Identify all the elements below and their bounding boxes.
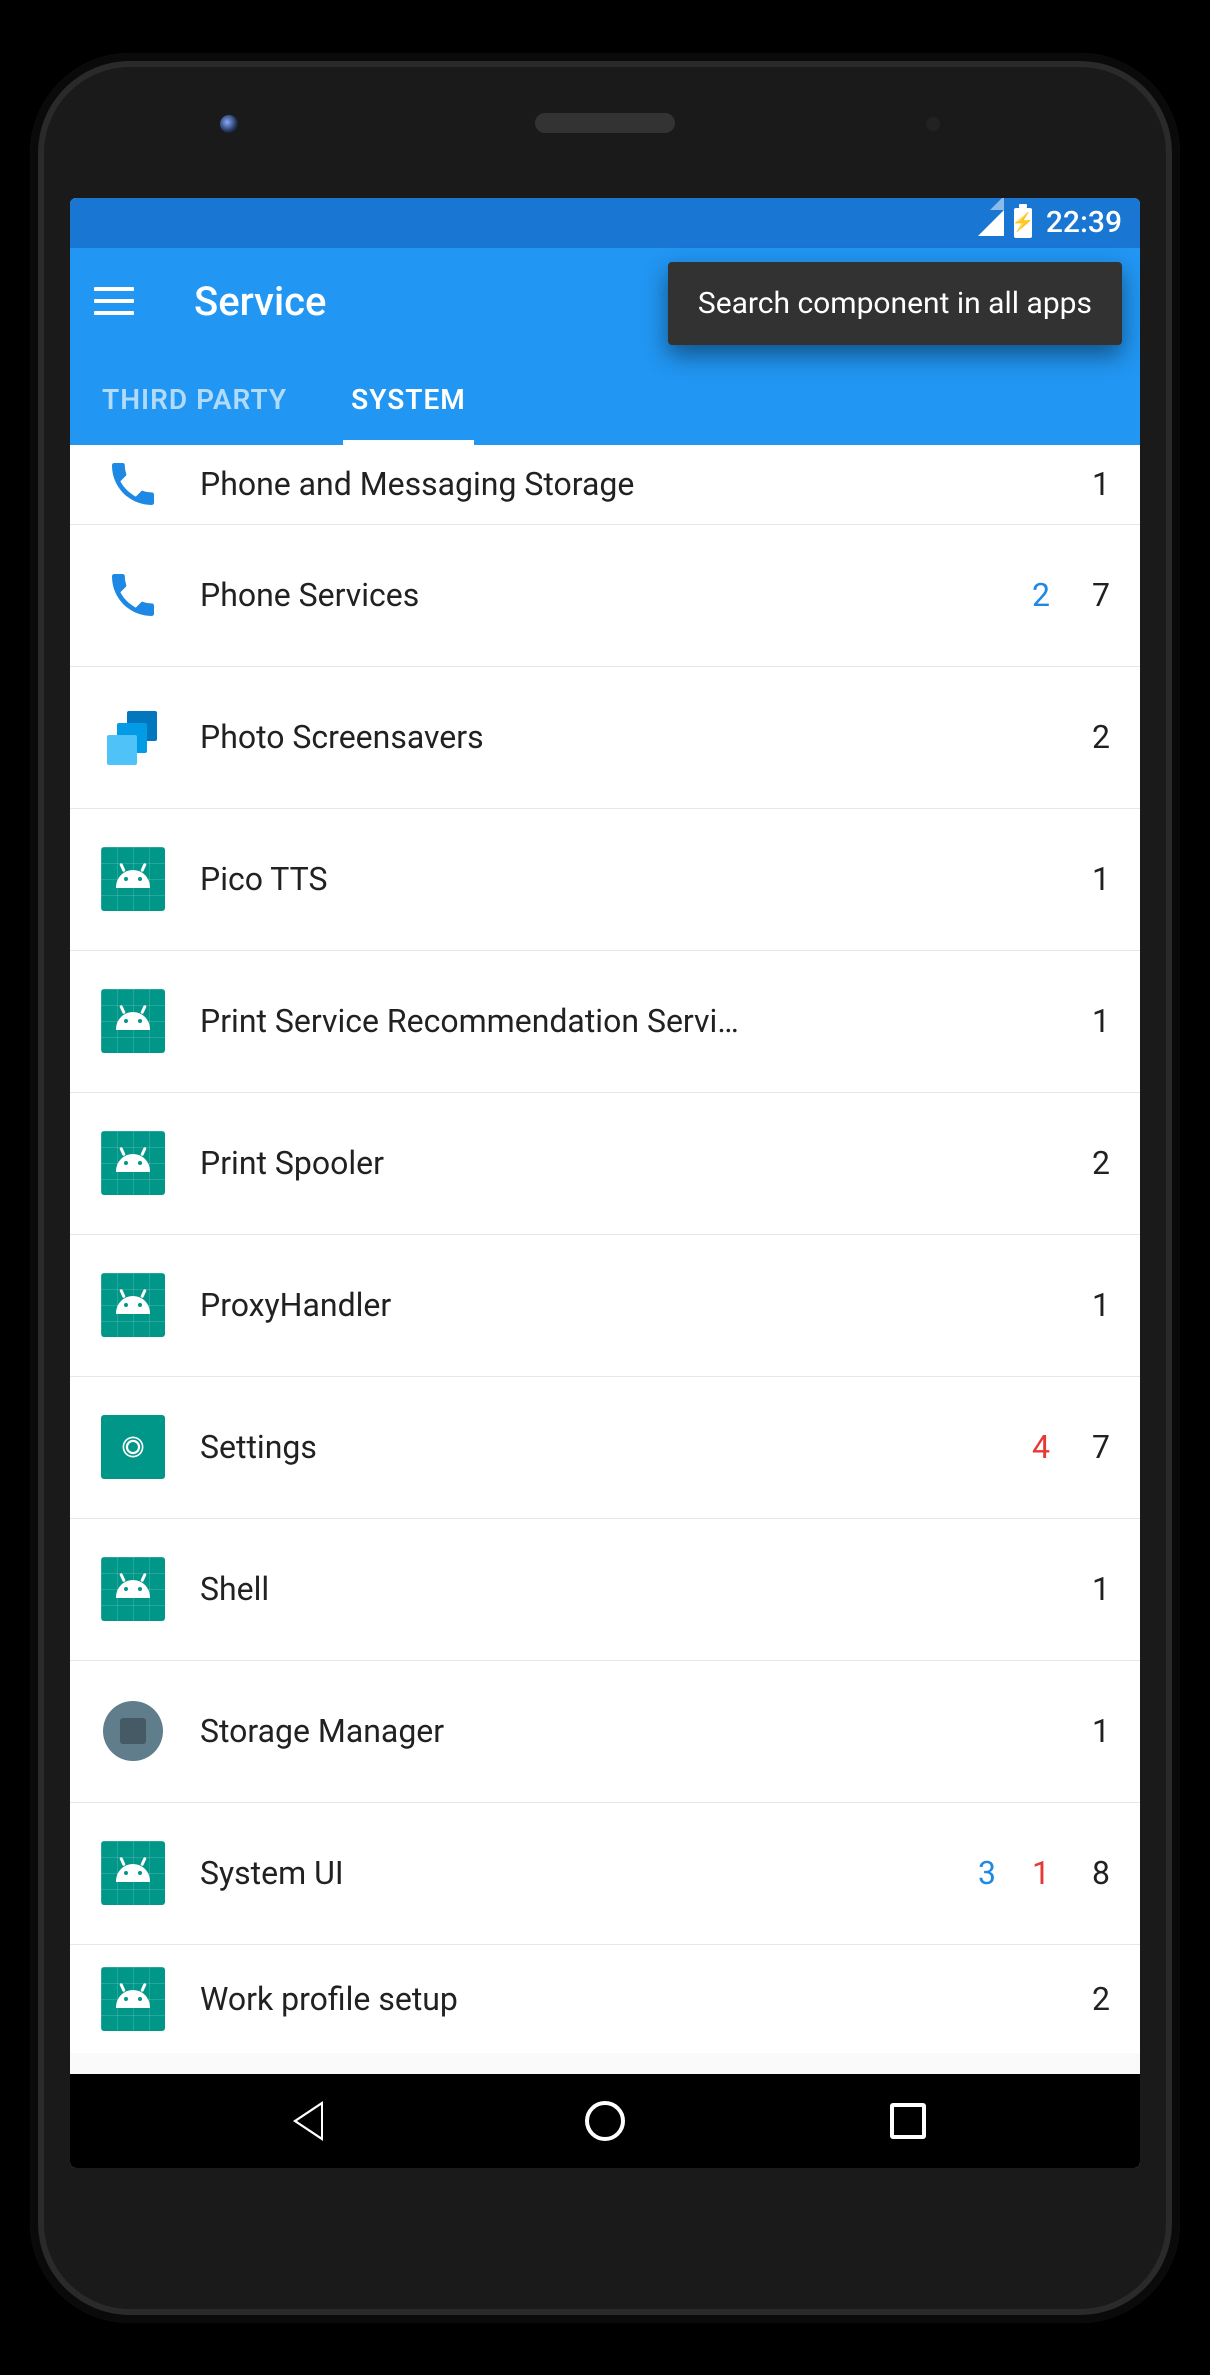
menu-icon[interactable] (94, 287, 134, 315)
list-item[interactable]: Settings47 (70, 1377, 1140, 1519)
list-item[interactable]: Shell1 (70, 1519, 1140, 1661)
count-blue: 2 (1032, 576, 1050, 614)
app-counts: 1 (1086, 1002, 1116, 1040)
list-item[interactable]: Print Service Recommendation Servi…1 (70, 951, 1140, 1093)
count-total: 1 (1086, 1286, 1110, 1324)
phone-top-bezel (70, 103, 1140, 198)
toolbar-title: Service (194, 278, 326, 325)
count-total: 1 (1086, 1002, 1110, 1040)
list-item[interactable]: ProxyHandler1 (70, 1235, 1140, 1377)
count-total: 1 (1086, 1570, 1110, 1608)
navigation-bar (70, 2074, 1140, 2168)
list-item[interactable]: System UI318 (70, 1803, 1140, 1945)
app-name: ProxyHandler (200, 1286, 1086, 1324)
app-icon (94, 989, 172, 1053)
back-button[interactable] (272, 2091, 332, 2151)
count-total: 7 (1086, 576, 1110, 614)
app-name: Settings (200, 1428, 1032, 1466)
app-icon (94, 456, 172, 512)
app-name: Shell (200, 1570, 1086, 1608)
app-icon (94, 709, 172, 765)
app-name: Phone Services (200, 576, 1032, 614)
app-icon (94, 847, 172, 911)
front-camera (220, 115, 238, 133)
app-counts: 1 (1086, 860, 1116, 898)
app-name: Phone and Messaging Storage (200, 465, 1086, 503)
app-icon (94, 1131, 172, 1195)
count-total: 7 (1086, 1428, 1110, 1466)
list-item[interactable]: Phone and Messaging Storage1 (70, 445, 1140, 525)
count-total: 2 (1086, 1980, 1110, 2018)
screen: ⚡ 22:39 Service Search component in all … (70, 198, 1140, 2168)
app-counts: 1 (1086, 1286, 1116, 1324)
app-icon (94, 1415, 172, 1479)
app-counts: 27 (1032, 576, 1116, 614)
earpiece-speaker (535, 113, 675, 133)
app-counts: 1 (1086, 1712, 1116, 1750)
list-item[interactable]: Storage Manager1 (70, 1661, 1140, 1803)
count-blue: 3 (978, 1854, 996, 1892)
recents-button[interactable] (878, 2091, 938, 2151)
count-total: 1 (1086, 1712, 1110, 1750)
app-counts: 47 (1032, 1428, 1116, 1466)
battery-charging-icon: ⚡ (1014, 208, 1032, 238)
list-item[interactable]: Photo Screensavers2 (70, 667, 1140, 809)
tab-third-party[interactable]: THIRD PARTY (70, 355, 319, 445)
status-bar: ⚡ 22:39 (70, 198, 1140, 248)
app-icon (94, 1967, 172, 2031)
count-total: 2 (1086, 718, 1110, 756)
count-red: 1 (1032, 1854, 1050, 1892)
list-item[interactable]: Pico TTS1 (70, 809, 1140, 951)
tab-system[interactable]: SYSTEM (319, 355, 498, 445)
count-red: 4 (1032, 1428, 1050, 1466)
app-icon (94, 567, 172, 623)
app-counts: 1 (1086, 1570, 1116, 1608)
app-counts: 2 (1086, 718, 1116, 756)
count-total: 1 (1086, 860, 1110, 898)
tab-bar: THIRD PARTY SYSTEM (70, 355, 1140, 445)
app-counts: 2 (1086, 1980, 1116, 2018)
app-icon (94, 1273, 172, 1337)
app-list[interactable]: Phone and Messaging Storage1Phone Servic… (70, 445, 1140, 2074)
proximity-sensor (926, 117, 940, 131)
search-tooltip[interactable]: Search component in all apps (668, 262, 1122, 345)
status-time: 22:39 (1046, 205, 1122, 240)
app-name: Pico TTS (200, 860, 1086, 898)
app-name: Work profile setup (200, 1980, 1086, 2018)
tooltip-text: Search component in all apps (698, 286, 1092, 321)
app-icon (94, 1701, 172, 1761)
app-name: Print Spooler (200, 1144, 1086, 1182)
app-icon (94, 1841, 172, 1905)
list-item[interactable]: Print Spooler2 (70, 1093, 1140, 1235)
app-counts: 2 (1086, 1144, 1116, 1182)
app-name: Photo Screensavers (200, 718, 1086, 756)
phone-bottom-bezel (70, 2168, 1140, 2268)
phone-device-frame: ⚡ 22:39 Service Search component in all … (30, 53, 1180, 2323)
app-name: Storage Manager (200, 1712, 1086, 1750)
count-total: 1 (1086, 465, 1110, 503)
list-item[interactable]: Work profile setup2 (70, 1945, 1140, 2053)
app-counts: 318 (978, 1854, 1116, 1892)
list-item[interactable]: Phone Services27 (70, 525, 1140, 667)
home-button[interactable] (575, 2091, 635, 2151)
count-total: 2 (1086, 1144, 1110, 1182)
signal-icon (978, 210, 1004, 236)
app-icon (94, 1557, 172, 1621)
app-name: Print Service Recommendation Servi… (200, 1002, 1086, 1040)
app-counts: 1 (1086, 465, 1116, 503)
count-total: 8 (1086, 1854, 1110, 1892)
app-name: System UI (200, 1854, 978, 1892)
